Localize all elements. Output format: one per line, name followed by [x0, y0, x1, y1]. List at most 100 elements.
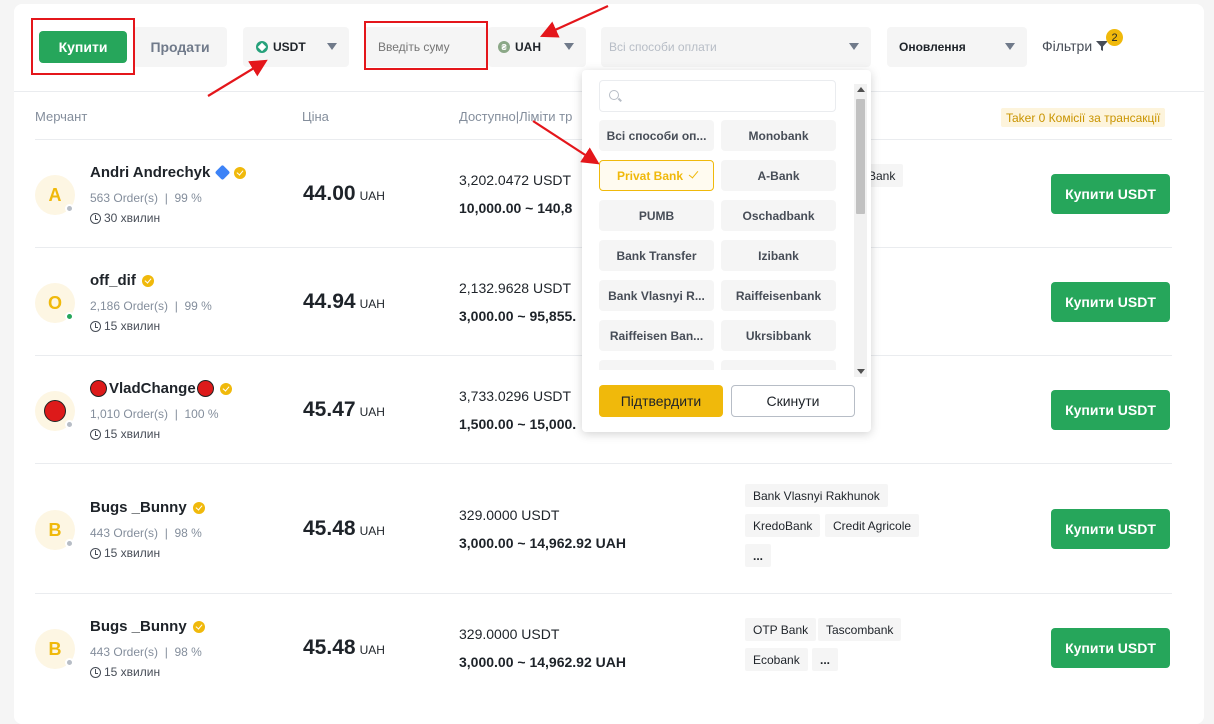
uah-icon: ₴: [498, 41, 510, 53]
filters-count-badge: 2: [1106, 29, 1123, 46]
status-dot: [65, 658, 74, 667]
clock-icon: [90, 547, 101, 559]
limit-range: 1,500.00 ~ 15,000.: [459, 416, 577, 432]
asset-select-value: USDT: [273, 40, 306, 54]
payment-method-tag: Tascombank: [818, 618, 902, 641]
diamond-icon: [215, 164, 231, 181]
reset-button[interactable]: Скинути: [731, 385, 855, 417]
payment-method-tag: KredoBank: [745, 514, 821, 537]
merchant-stats: 443 Order(s) | 98 %: [90, 645, 202, 659]
pay-time: 15 хвилин: [90, 427, 160, 441]
scroll-up-icon[interactable]: [857, 87, 865, 92]
red-circle-icon: [90, 380, 107, 397]
fiat-select[interactable]: ₴ UAH: [488, 27, 586, 67]
price: 45.48 UAH: [303, 636, 385, 659]
payment-method-select[interactable]: Всі способи оплати: [601, 27, 871, 67]
available-amount: 329.0000 USDT: [459, 626, 560, 642]
buy-usdt-button[interactable]: Купити USDT: [1051, 509, 1170, 549]
taker-fee-badge: Taker 0 Комісії за трансакції: [1001, 108, 1166, 127]
option-raiffeisenbank[interactable]: Raiffeisenbank: [721, 280, 836, 311]
merchant-stats: 443 Order(s) | 98 %: [90, 526, 202, 540]
buy-usdt-button[interactable]: Купити USDT: [1051, 628, 1170, 668]
status-dot: [65, 312, 74, 321]
verified-badge-icon: [234, 166, 247, 179]
pay-time: 30 хвилин: [90, 211, 160, 225]
refresh-select-value: Оновлення: [899, 40, 966, 54]
merchant-name[interactable]: VladChange: [90, 380, 232, 397]
chevron-down-icon: [564, 43, 574, 50]
merchant-name[interactable]: Andri Andrechyk: [90, 164, 247, 181]
red-circle-icon: [44, 400, 66, 422]
limit-range: 3,000.00 ~ 14,962.92 UAH: [459, 654, 626, 670]
check-icon: [688, 168, 699, 179]
annotation-box-amount: [364, 21, 488, 70]
buy-usdt-button[interactable]: Купити USDT: [1051, 174, 1170, 214]
option-partial[interactable]: [721, 360, 836, 370]
verified-badge-icon: [219, 382, 232, 395]
refresh-select[interactable]: Оновлення: [887, 27, 1027, 67]
price: 45.47 UAH: [303, 398, 385, 421]
fiat-select-value: UAH: [515, 40, 541, 54]
clock-icon: [90, 428, 101, 440]
red-circle-icon: [196, 380, 214, 397]
merchant-stats: 563 Order(s) | 99 %: [90, 191, 202, 205]
buy-usdt-button[interactable]: Купити USDT: [1051, 390, 1170, 430]
option-privat-bank[interactable]: Privat Bank: [599, 160, 714, 191]
row-divider: [35, 463, 1172, 464]
option-partial[interactable]: [599, 360, 714, 370]
merchant-stats: 2,186 Order(s) | 99 %: [90, 299, 212, 313]
payment-method-tag: Ecobank: [745, 648, 808, 671]
payment-method-tag: Credit Agricole: [825, 514, 920, 537]
payment-method-tag: OTP Bank: [745, 618, 817, 641]
verified-badge-icon: [192, 501, 205, 514]
option-all-methods[interactable]: Всі способи оп...: [599, 120, 714, 151]
option-oschadbank[interactable]: Oschadbank: [721, 200, 836, 231]
scroll-down-icon[interactable]: [857, 369, 865, 374]
filters-button[interactable]: Фільтри: [1042, 38, 1109, 54]
option-raiffeisen-bank[interactable]: Raiffeisen Ban...: [599, 320, 714, 351]
option-izibank[interactable]: Izibank: [721, 240, 836, 271]
more-methods-button[interactable]: ...: [812, 648, 839, 671]
option-pumb[interactable]: PUMB: [599, 200, 714, 231]
price: 45.48 UAH: [303, 517, 385, 540]
row-divider: [35, 593, 1172, 594]
clock-icon: [90, 320, 101, 332]
more-methods-button[interactable]: ...: [745, 544, 772, 567]
buy-usdt-button[interactable]: Купити USDT: [1051, 282, 1170, 322]
merchant-stats: 1,010 Order(s) | 100 %: [90, 407, 219, 421]
sell-tab-button[interactable]: Продати: [133, 27, 227, 67]
dropdown-scrollbar[interactable]: [854, 84, 867, 377]
confirm-button[interactable]: Підтвердити: [599, 385, 723, 417]
option-bank-vlasnyi[interactable]: Bank Vlasnyi R...: [599, 280, 714, 311]
available-amount: 2,132.9628 USDT: [459, 280, 572, 296]
merchant-name[interactable]: Bugs _Bunny: [90, 618, 205, 635]
available-amount: 3,202.0472 USDT: [459, 172, 572, 188]
status-dot: [65, 420, 74, 429]
price: 44.00 UAH: [303, 182, 385, 205]
header-available: Доступно|Ліміти тр: [459, 109, 573, 124]
header-merchant: Мерчант: [35, 109, 88, 124]
status-dot: [65, 204, 74, 213]
option-ukrsibbank[interactable]: Ukrsibbank: [721, 320, 836, 351]
clock-icon: [90, 666, 101, 678]
merchant-name[interactable]: off_dif: [90, 272, 154, 289]
pay-time: 15 хвилин: [90, 546, 160, 560]
scrollbar-thumb[interactable]: [856, 99, 865, 214]
pay-time: 15 хвилин: [90, 665, 160, 679]
option-a-bank[interactable]: A-Bank: [721, 160, 836, 191]
search-icon: [609, 90, 619, 100]
asset-select[interactable]: USDT: [243, 27, 349, 67]
payment-method-placeholder: Всі способи оплати: [609, 40, 717, 54]
limit-range: 3,000.00 ~ 14,962.92 UAH: [459, 535, 626, 551]
option-bank-transfer[interactable]: Bank Transfer: [599, 240, 714, 271]
verified-badge-icon: [141, 274, 154, 287]
payment-search-input[interactable]: [599, 80, 836, 112]
annotation-box-buy: [31, 18, 135, 75]
pay-time: 15 хвилин: [90, 319, 160, 333]
option-monobank[interactable]: Monobank: [721, 120, 836, 151]
merchant-name[interactable]: Bugs _Bunny: [90, 499, 205, 516]
limit-range: 10,000.00 ~ 140,8: [459, 200, 573, 216]
verified-badge-icon: [192, 620, 205, 633]
chevron-down-icon: [1005, 43, 1015, 50]
chevron-down-icon: [327, 43, 337, 50]
